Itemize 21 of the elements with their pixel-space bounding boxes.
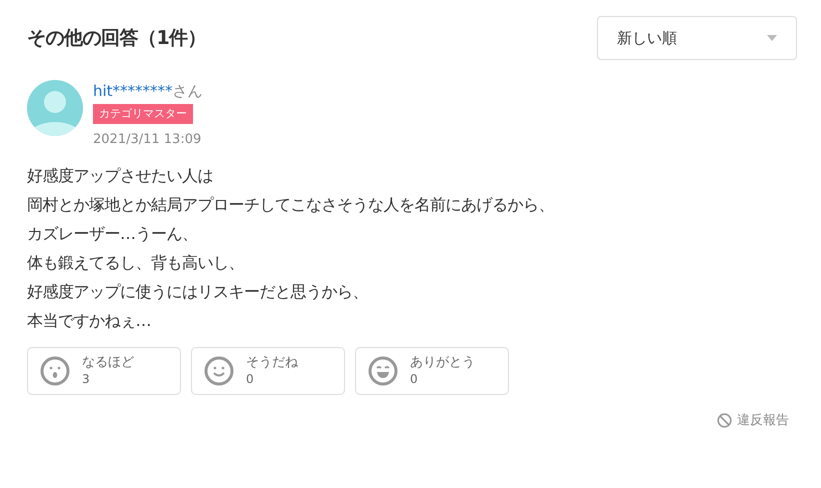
answer-text: 好感度アップに使うにはリスキーだと思うから、	[27, 281, 369, 303]
section-title: その他の回答（1件）	[27, 26, 206, 51]
prohibited-icon	[717, 412, 732, 428]
answer-text: カズレーザー…うーん、	[27, 223, 198, 245]
reaction-button[interactable]: ありがとう 0	[355, 347, 509, 395]
face-icon	[368, 356, 398, 386]
honorific: さん	[172, 82, 203, 100]
answer-text: 本当ですかねぇ…	[27, 310, 152, 332]
answer-text: 岡村とか塚地とか結局アプローチしてこなさそうな人を名前にあげるから、	[27, 194, 555, 216]
user-name[interactable]: hit********	[93, 82, 173, 100]
report-link[interactable]: 違反報告	[717, 411, 789, 429]
caret-icon	[767, 35, 777, 41]
reaction-button[interactable]: なるほど 3	[27, 347, 181, 395]
sort-dropdown[interactable]: 新しい順	[597, 16, 797, 60]
face-icon	[204, 356, 234, 386]
post-date: 2021/3/11 13:09	[93, 132, 202, 147]
category-master-badge: カテゴリマスター	[93, 104, 193, 124]
answer-text: 好感度アップさせたい人は	[27, 165, 214, 187]
answer-text: 体も鍛えてるし、背も高いし、	[27, 252, 245, 274]
reaction-button[interactable]: そうだね 0	[191, 347, 345, 395]
face-icon	[40, 356, 70, 386]
